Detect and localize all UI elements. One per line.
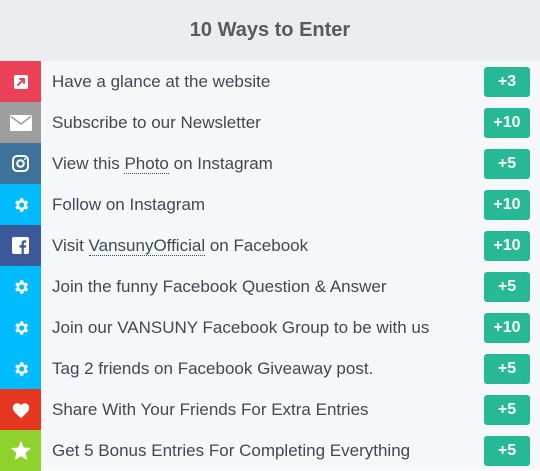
entry-label-text: Follow on Instagram xyxy=(52,195,206,214)
points-badge[interactable]: +5 xyxy=(484,353,530,384)
entry-label-text: Subscribe to our Newsletter xyxy=(52,113,261,132)
entry-label: Visit VansunyOfficial on Facebook xyxy=(41,236,484,256)
entry-link[interactable]: Photo xyxy=(124,154,169,174)
star-icon xyxy=(0,430,41,471)
entry-row[interactable]: Have a glance at the website +3 xyxy=(0,61,540,102)
entry-row[interactable]: Join the funny Facebook Question & Answe… xyxy=(0,266,540,307)
entry-row[interactable]: Tag 2 friends on Facebook Giveaway post.… xyxy=(0,348,540,389)
entry-label-text: Visit xyxy=(52,236,89,255)
points-badge[interactable]: +10 xyxy=(484,312,530,343)
entry-label: Share With Your Friends For Extra Entrie… xyxy=(41,401,484,418)
entry-label: Get 5 Bonus Entries For Completing Every… xyxy=(41,442,484,459)
gear-icon xyxy=(0,266,41,307)
points-badge[interactable]: +5 xyxy=(484,394,530,425)
entry-label-text: Join the funny Facebook Question & Answe… xyxy=(52,277,387,296)
entry-label-text: Have a glance at the website xyxy=(52,72,271,91)
entry-label-text: on Facebook xyxy=(205,236,309,255)
entry-methods-widget: 10 Ways to Enter Have a glance at the we… xyxy=(0,0,540,471)
gear-icon xyxy=(0,307,41,348)
entry-label-text: Share With Your Friends For Extra Entrie… xyxy=(52,400,369,419)
entry-list: Have a glance at the website +3 Subscribe … xyxy=(0,61,540,471)
entry-label-text: Get 5 Bonus Entries For Completing Every… xyxy=(52,441,411,460)
entry-row[interactable]: Share With Your Friends For Extra Entrie… xyxy=(0,389,540,430)
heart-icon xyxy=(0,389,41,430)
points-badge[interactable]: +10 xyxy=(484,107,530,138)
entry-label: View this Photo on Instagram xyxy=(41,154,484,174)
entry-label-text: View this xyxy=(52,154,125,173)
entry-row[interactable]: View this Photo on Instagram +5 xyxy=(0,143,540,184)
envelope-icon xyxy=(0,102,41,143)
points-badge[interactable]: +5 xyxy=(484,435,530,466)
entry-label: Have a glance at the website xyxy=(41,73,484,90)
facebook-icon xyxy=(0,225,41,266)
entry-row[interactable]: Get 5 Bonus Entries For Completing Every… xyxy=(0,430,540,471)
entry-row[interactable]: Visit VansunyOfficial on Facebook +10 xyxy=(0,225,540,266)
gear-icon xyxy=(0,184,41,225)
external-link-icon xyxy=(0,61,41,102)
points-badge[interactable]: +3 xyxy=(484,66,530,97)
entry-label: Tag 2 friends on Facebook Giveaway post. xyxy=(41,360,484,377)
entry-label-text: Tag 2 friends on Facebook Giveaway post. xyxy=(52,359,374,378)
entry-label: Join our VANSUNY Facebook Group to be wi… xyxy=(41,319,484,336)
entry-row[interactable]: Follow on Instagram +10 xyxy=(0,184,540,225)
entry-label: Follow on Instagram xyxy=(41,196,484,213)
gear-icon xyxy=(0,348,41,389)
entry-row[interactable]: Subscribe to our Newsletter +10 xyxy=(0,102,540,143)
entry-row[interactable]: Join our VANSUNY Facebook Group to be wi… xyxy=(0,307,540,348)
points-badge[interactable]: +5 xyxy=(484,148,530,179)
widget-title: 10 Ways to Enter xyxy=(0,0,540,61)
entry-label-text: on Instagram xyxy=(168,154,273,173)
instagram-icon xyxy=(0,143,41,184)
entry-label: Join the funny Facebook Question & Answe… xyxy=(41,278,484,295)
entry-label-text: Join our VANSUNY Facebook Group to be wi… xyxy=(52,318,430,337)
entry-link[interactable]: VansunyOfficial xyxy=(88,236,206,256)
points-badge[interactable]: +10 xyxy=(484,189,530,220)
points-badge[interactable]: +5 xyxy=(484,271,530,302)
entry-label: Subscribe to our Newsletter xyxy=(41,114,484,131)
points-badge[interactable]: +10 xyxy=(484,230,530,261)
